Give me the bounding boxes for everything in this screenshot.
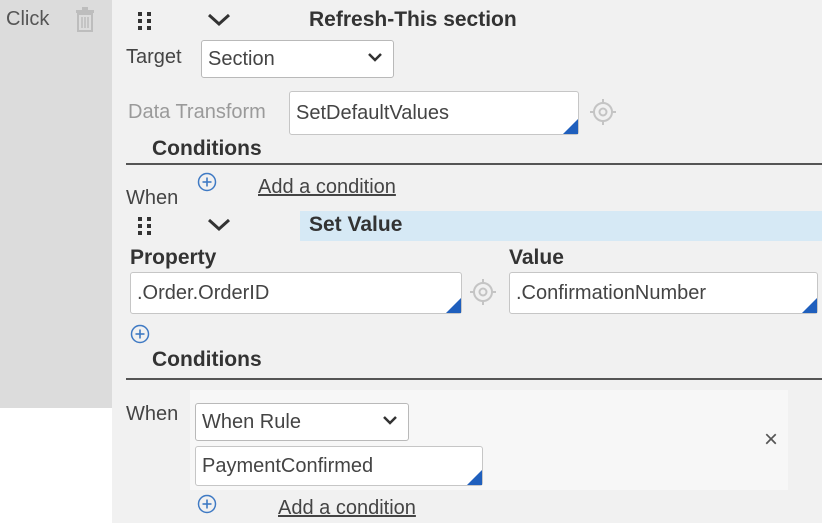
plus-circle-icon[interactable] xyxy=(130,324,150,344)
when-label: When xyxy=(126,403,179,425)
add-condition-link[interactable]: Add a condition xyxy=(258,176,396,199)
left-column xyxy=(0,0,112,408)
property-value: .Order.OrderID xyxy=(137,282,270,304)
data-transform-label: Data Transform xyxy=(128,101,266,123)
value-value: .ConfirmationNumber xyxy=(516,282,707,304)
section-divider xyxy=(126,163,822,165)
plus-circle-icon[interactable] xyxy=(197,172,217,192)
left-column-blank xyxy=(0,408,112,523)
property-field[interactable]: .Order.OrderID xyxy=(130,272,462,314)
when-rule-select[interactable]: When Rule xyxy=(195,403,409,441)
rule-name-field[interactable]: PaymentConfirmed xyxy=(195,446,483,486)
autocomplete-corner-icon xyxy=(802,298,817,313)
autocomplete-corner-icon xyxy=(563,119,578,134)
close-icon[interactable]: × xyxy=(764,426,778,454)
conditions-heading: Conditions xyxy=(152,137,262,160)
action-title: Set Value xyxy=(309,213,403,236)
trash-icon[interactable] xyxy=(74,5,96,33)
chevron-down-icon xyxy=(383,416,397,425)
plus-circle-icon[interactable] xyxy=(197,494,217,514)
chevron-down-icon xyxy=(368,53,382,62)
chevron-down-icon[interactable] xyxy=(206,12,232,28)
data-transform-value: SetDefaultValues xyxy=(296,102,450,124)
when-label: When xyxy=(126,187,179,209)
action-title: Refresh-This section xyxy=(309,8,517,31)
property-label: Property xyxy=(130,246,217,269)
data-transform-field[interactable]: SetDefaultValues xyxy=(289,91,579,135)
autocomplete-corner-icon xyxy=(446,298,461,313)
target-icon[interactable] xyxy=(469,278,497,306)
value-label: Value xyxy=(509,246,564,269)
target-select-value: Section xyxy=(208,48,275,70)
autocomplete-corner-icon xyxy=(467,470,482,485)
value-field[interactable]: .ConfirmationNumber xyxy=(509,272,818,314)
drag-handle-icon[interactable] xyxy=(136,215,154,237)
target-select[interactable]: Section xyxy=(201,40,394,78)
add-condition-link[interactable]: Add a condition xyxy=(278,497,416,520)
section-divider xyxy=(126,378,822,380)
rule-name-value: PaymentConfirmed xyxy=(202,455,374,477)
chevron-down-icon[interactable] xyxy=(206,217,232,233)
conditions-heading: Conditions xyxy=(152,348,262,371)
target-label: Target xyxy=(126,46,182,68)
target-icon[interactable] xyxy=(589,98,617,126)
event-label: Click xyxy=(6,8,50,30)
drag-handle-icon[interactable] xyxy=(136,10,154,32)
when-rule-value: When Rule xyxy=(202,411,301,433)
